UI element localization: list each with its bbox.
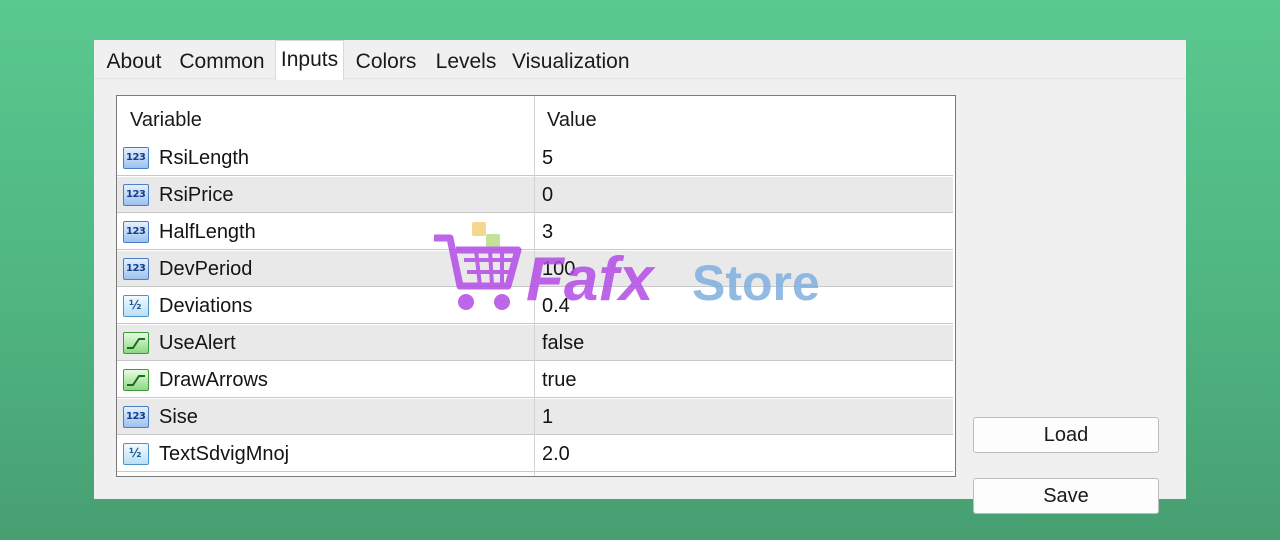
bool-icon bbox=[123, 332, 149, 354]
variable-name: HalfLength bbox=[159, 221, 256, 243]
table-row[interactable]: 123 HalfLength 3 bbox=[117, 214, 953, 250]
variable-value[interactable]: 0.4 bbox=[542, 295, 570, 318]
table-row[interactable]: DrawArrows true bbox=[117, 362, 953, 398]
variable-name: RsiPrice bbox=[159, 184, 234, 206]
table-row[interactable]: 123 RsiLength 5 bbox=[117, 140, 953, 176]
table-row[interactable]: UseAlert false bbox=[117, 325, 953, 361]
tab-bar: About Common Inputs Colors Levels Visual… bbox=[94, 40, 1186, 80]
table-row[interactable]: 123 DevPeriod 100 bbox=[117, 251, 953, 287]
tab-visualization[interactable]: Visualization bbox=[512, 45, 630, 78]
variable-value[interactable]: 5 bbox=[542, 147, 553, 170]
load-button[interactable]: Load bbox=[973, 417, 1159, 453]
table-row[interactable]: 123 Sise 1 bbox=[117, 399, 953, 435]
variable-value[interactable]: 1 bbox=[542, 406, 553, 429]
variable-name: Sise bbox=[159, 406, 198, 428]
table-row[interactable]: 123 RsiPrice 0 bbox=[117, 177, 953, 213]
table-row[interactable]: ½ TextSdvigMnoj 2.0 bbox=[117, 436, 953, 472]
inputs-table: Variable Value 123 RsiLength 5 123 RsiPr… bbox=[116, 95, 956, 477]
integer-icon: 123 bbox=[123, 406, 149, 428]
variable-column-header[interactable]: Variable bbox=[130, 109, 202, 132]
variable-value[interactable]: false bbox=[542, 332, 584, 355]
double-icon: ½ bbox=[123, 443, 149, 465]
bool-icon bbox=[123, 369, 149, 391]
variable-name: RsiLength bbox=[159, 147, 250, 169]
variable-value[interactable]: 0 bbox=[542, 184, 553, 207]
variable-value[interactable]: 2.0 bbox=[542, 443, 570, 466]
table-row[interactable]: ½ Deviations 0.4 bbox=[117, 288, 953, 324]
tab-colors[interactable]: Colors bbox=[353, 45, 419, 78]
integer-icon: 123 bbox=[123, 221, 149, 243]
variable-value[interactable]: true bbox=[542, 369, 576, 392]
variable-name: DrawArrows bbox=[159, 369, 268, 391]
tab-common[interactable]: Common bbox=[178, 45, 266, 78]
variable-name: DevPeriod bbox=[159, 258, 253, 280]
integer-icon: 123 bbox=[123, 184, 149, 206]
variable-value[interactable]: 3 bbox=[542, 221, 553, 244]
tab-levels[interactable]: Levels bbox=[432, 45, 500, 78]
variable-name: Deviations bbox=[159, 295, 253, 317]
tab-about[interactable]: About bbox=[102, 45, 166, 78]
double-icon: ½ bbox=[123, 295, 149, 317]
value-column-header[interactable]: Value bbox=[547, 109, 597, 132]
variable-value[interactable]: 100 bbox=[542, 258, 575, 281]
integer-icon: 123 bbox=[123, 147, 149, 169]
variable-name: TextSdvigMnoj bbox=[159, 443, 290, 465]
table-header: Variable Value bbox=[117, 96, 953, 140]
inputs-page: Variable Value 123 RsiLength 5 123 RsiPr… bbox=[94, 79, 1186, 514]
column-divider bbox=[534, 96, 535, 476]
variable-name: UseAlert bbox=[159, 332, 236, 354]
integer-icon: 123 bbox=[123, 258, 149, 280]
save-button[interactable]: Save bbox=[973, 478, 1159, 514]
properties-dialog: About Common Inputs Colors Levels Visual… bbox=[94, 40, 1186, 514]
tab-inputs[interactable]: Inputs bbox=[275, 40, 344, 80]
